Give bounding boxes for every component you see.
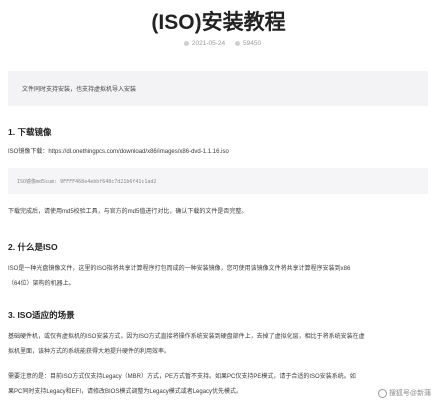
section-heading-3: 3. ISO适应的场景 xyxy=(8,310,75,320)
sohu-logo-icon xyxy=(377,388,387,398)
section-3-line-2: 拟机里面，该种方式的系统能获得大地提升硬件的利用效率。 xyxy=(8,349,171,355)
intro-text: 文件同时支持安装，也支持虚拟机导入安装 xyxy=(22,87,137,93)
section-3-line-4: 果PC同时支持Legacy和EFI，请修改BIOS模式调整为Legacy模式或者… xyxy=(8,389,243,395)
section-3-line-3: 需要注意的是：目前ISO方式仅支持Legacy（MBR）方式，PE方式暂不支持。… xyxy=(8,374,356,380)
md5-code-block: ISO镜像md5sum: 9FFFF468e4ebbf648c7d21b6f41… xyxy=(8,168,428,194)
section-heading-2: 2. 什么是ISO xyxy=(8,242,58,252)
watermark-text: 搜狐号@新蒲 xyxy=(388,390,431,397)
download-note: 下载完成后，请使用md5校验工具，与官方的md5值进行对比，确认下载的文件是否完… xyxy=(8,209,248,215)
section-3-line-1: 基础硬件机，或仅有虚拟机的ISO安装方式，因为ISO方式直接将操作系统安装到硬盘… xyxy=(8,334,365,340)
article-title: (ISO)安装教程 xyxy=(151,11,286,34)
section-heading-1: 1. 下载镜像 xyxy=(8,127,52,137)
md5-text: ISO镜像md5sum: 9FFFF468e4ebbf648c7d21b6f41… xyxy=(17,179,157,185)
section-2-line-2: （64位）架构的机器上。 xyxy=(8,281,75,287)
publish-date: 2021-05-24 xyxy=(191,40,226,47)
section-2-line-1: ISO是一种光盘镜像文件，这里的ISO指将共享计算程序打包而成的一种安装镜像，您… xyxy=(8,266,351,272)
clock-icon xyxy=(183,40,189,46)
intro-box: 文件同时支持安装，也支持虚拟机导入安装 xyxy=(8,71,428,106)
view-count: 59450 xyxy=(242,40,262,47)
sohu-watermark: 搜狐号@新蒲 xyxy=(377,388,431,398)
article-meta: 2021-05-24 59450 xyxy=(0,40,437,47)
download-link-line[interactable]: ISO镜像下载：https://dl.onethingpcs.com/downl… xyxy=(8,145,432,160)
eye-icon xyxy=(234,40,240,46)
